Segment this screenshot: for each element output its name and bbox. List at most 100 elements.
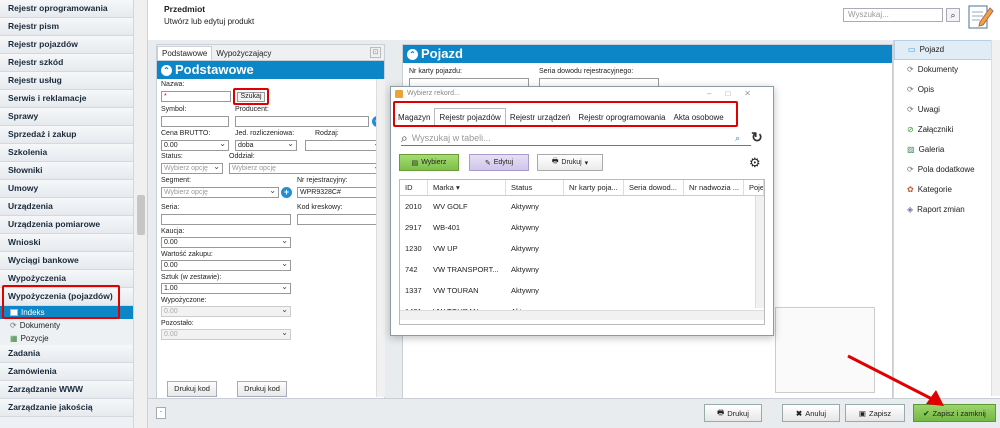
menu-item-zalaczniki[interactable]: ⊘ Załączniki — [894, 120, 1000, 140]
gear-icon[interactable]: ⚙ — [749, 155, 761, 171]
print-code-button[interactable]: Drukuj kod — [237, 381, 287, 397]
column-header-seria-dowodu[interactable]: Seria dowod... — [624, 180, 684, 195]
table-row[interactable]: 2917 WB-401 Aktywny — [400, 217, 764, 238]
type-select[interactable] — [305, 140, 383, 151]
nav-item[interactable]: Wypożyczenia — [0, 270, 133, 288]
table-row[interactable]: 2010 WV GOLF Aktywny — [400, 196, 764, 217]
label-nr-karty: Nr karty pojazdu: — [409, 68, 462, 75]
select-button[interactable]: ▤ Wybierz — [399, 154, 459, 171]
menu-item-label: Raport zmian — [917, 205, 965, 214]
barcode-field[interactable] — [297, 214, 383, 225]
table-hscrollbar[interactable] — [400, 310, 764, 320]
menu-item-label: Załączniki — [917, 125, 954, 134]
segment-select[interactable]: Wybierz opcję — [161, 187, 279, 198]
edit-button[interactable]: ✎ Edytuj — [469, 154, 529, 171]
column-header-nr-karty[interactable]: Nr karty poja... — [564, 180, 624, 195]
table-row[interactable]: 1337 VW TOURAN Aktywny — [400, 280, 764, 301]
menu-item-opis[interactable]: ⟳ Opis — [894, 80, 1000, 100]
table-search-input[interactable]: ⌕ Wyszukaj w tabeli... — [401, 131, 751, 146]
section-header-podstawowe[interactable]: ⌃ Podstawowe — [157, 61, 384, 79]
nav-subitem-dokumenty[interactable]: ⟳ Dokumenty — [0, 319, 133, 332]
nav-item[interactable]: Rejestr oprogramowania — [0, 0, 133, 18]
menu-item-raport-zmian[interactable]: ◈ Raport zmian — [894, 200, 1000, 220]
refresh-icon[interactable]: ↻ — [751, 129, 763, 146]
add-segment-icon[interactable]: + — [281, 187, 292, 198]
column-header-id[interactable]: ID — [400, 180, 428, 195]
menu-item-kategorie[interactable]: ✿ Kategorie — [894, 180, 1000, 200]
print-code-button[interactable]: Drukuj kod — [167, 381, 217, 397]
tab-wypozyczajacy[interactable]: Wypożyczający — [212, 47, 275, 60]
symbol-field[interactable] — [161, 116, 229, 127]
nav-scrollbar[interactable] — [134, 0, 148, 428]
column-header-nr-nadwozia[interactable]: Nr nadwozia ... — [684, 180, 744, 195]
nav-item[interactable]: Szkolenia — [0, 144, 133, 162]
status-select[interactable]: Wybierz opcję — [161, 163, 223, 174]
panel-menu-icon[interactable]: ⊡ — [370, 47, 381, 58]
series-field[interactable] — [161, 214, 291, 225]
menu-item-dokumenty[interactable]: ⟳ Dokumenty — [894, 60, 1000, 80]
table-row[interactable]: 1230 VW UP Aktywny — [400, 238, 764, 259]
nav-item[interactable]: Rejestr pojazdów — [0, 36, 133, 54]
price-field[interactable]: 0.00 — [161, 140, 229, 151]
search-input[interactable]: Wyszukaj... — [843, 8, 943, 22]
nav-item[interactable]: Sprawy — [0, 108, 133, 126]
collapse-icon[interactable]: ⌃ — [407, 48, 418, 60]
menu-scrollbar[interactable] — [991, 40, 1000, 396]
search-name-button[interactable]: Szukaj — [237, 92, 265, 102]
more-options-button[interactable]: · — [156, 407, 166, 419]
name-field[interactable]: * — [161, 91, 231, 102]
tab-rejestr-urzadzen[interactable]: Rejestr urządzeń — [506, 109, 574, 126]
table-row[interactable]: 742 VW TRANSPORT... Aktywny — [400, 259, 764, 280]
cancel-button[interactable]: ✖ Anuluj — [782, 404, 840, 422]
menu-item-galeria[interactable]: ▨ Galeria — [894, 140, 1000, 160]
print-dropdown-button[interactable]: 🖶 Drukuj ▾ — [537, 154, 603, 171]
column-header-marka[interactable]: Marka ▾ — [428, 180, 506, 195]
column-header-status[interactable]: Status — [506, 180, 564, 195]
tab-magazyn[interactable]: Magazyn — [394, 109, 434, 126]
table-header: ID Marka ▾ Status Nr karty poja... Seria… — [400, 180, 764, 196]
nav-item[interactable]: Sprzedaż i zakup — [0, 126, 133, 144]
nav-item[interactable]: Serwis i reklamacje — [0, 90, 133, 108]
nav-subitem-pozycje[interactable]: ▦ Pozycje — [0, 332, 133, 345]
panel-scrollbar[interactable] — [376, 79, 385, 397]
registration-number-field[interactable]: WPR9328C# — [297, 187, 383, 198]
nav-item-wypozyczenia-pojazdow[interactable]: Wypożyczenia (pojazdów) — [0, 288, 133, 306]
purchase-value-field[interactable]: 0.00 — [161, 260, 291, 271]
nav-item[interactable]: Rejestr pism — [0, 18, 133, 36]
table-scrollbar[interactable] — [755, 196, 764, 308]
deposit-field[interactable]: 0.00 — [161, 237, 291, 248]
print-button[interactable]: 🖶 Drukuj — [704, 404, 762, 422]
nav-item[interactable]: Wyciągi bankowe — [0, 252, 133, 270]
nav-item[interactable]: Zamówienia — [0, 363, 133, 381]
column-header-pojemnosc[interactable]: Poje — [744, 180, 764, 195]
section-header-pojazd[interactable]: ⌃ Pojazd — [403, 45, 892, 63]
producer-field[interactable] — [235, 116, 369, 127]
nav-item[interactable]: Zarządzanie jakością — [0, 399, 133, 417]
nav-item[interactable]: Urządzenia — [0, 198, 133, 216]
nav-item[interactable]: Urządzenia pomiarowe — [0, 216, 133, 234]
nav-item[interactable]: Zarządzanie WWW — [0, 381, 133, 399]
nav-item[interactable]: Umowy — [0, 180, 133, 198]
tab-rejestr-oprogramowania[interactable]: Rejestr oprogramowania — [574, 109, 669, 126]
collapse-icon[interactable]: ⌃ — [161, 64, 172, 76]
nav-item[interactable]: Wnioski — [0, 234, 133, 252]
nav-item[interactable]: Słowniki — [0, 162, 133, 180]
tab-rejestr-pojazdow[interactable]: Rejestr pojazdów — [434, 108, 506, 126]
window-controls[interactable]: –□✕ — [707, 87, 765, 101]
search-small-icon[interactable]: ⌕ — [735, 133, 740, 144]
branch-select[interactable]: Wybierz opcję — [229, 163, 383, 174]
menu-item-pojazd[interactable]: ▭ Pojazd — [894, 40, 1000, 60]
tab-podstawowe[interactable]: Podstawowe — [157, 46, 213, 60]
scrollbar-thumb[interactable] — [137, 195, 145, 235]
nav-item[interactable]: Rejestr szkód — [0, 54, 133, 72]
nav-item[interactable]: Rejestr usług — [0, 72, 133, 90]
menu-item-uwagi[interactable]: ⟳ Uwagi — [894, 100, 1000, 120]
unit-select[interactable]: doba — [235, 140, 297, 151]
search-icon: ⌕ — [401, 130, 408, 145]
quantity-field[interactable]: 1.00 — [161, 283, 291, 294]
search-icon[interactable]: ⌕ — [946, 8, 960, 22]
menu-item-pola-dodatkowe[interactable]: ⟳ Pola dodatkowe — [894, 160, 1000, 180]
tab-akta-osobowe[interactable]: Akta osobowe — [669, 109, 727, 126]
nav-subitem-indeks[interactable]: Indeks — [0, 306, 133, 319]
nav-item[interactable]: Zadania — [0, 345, 133, 363]
